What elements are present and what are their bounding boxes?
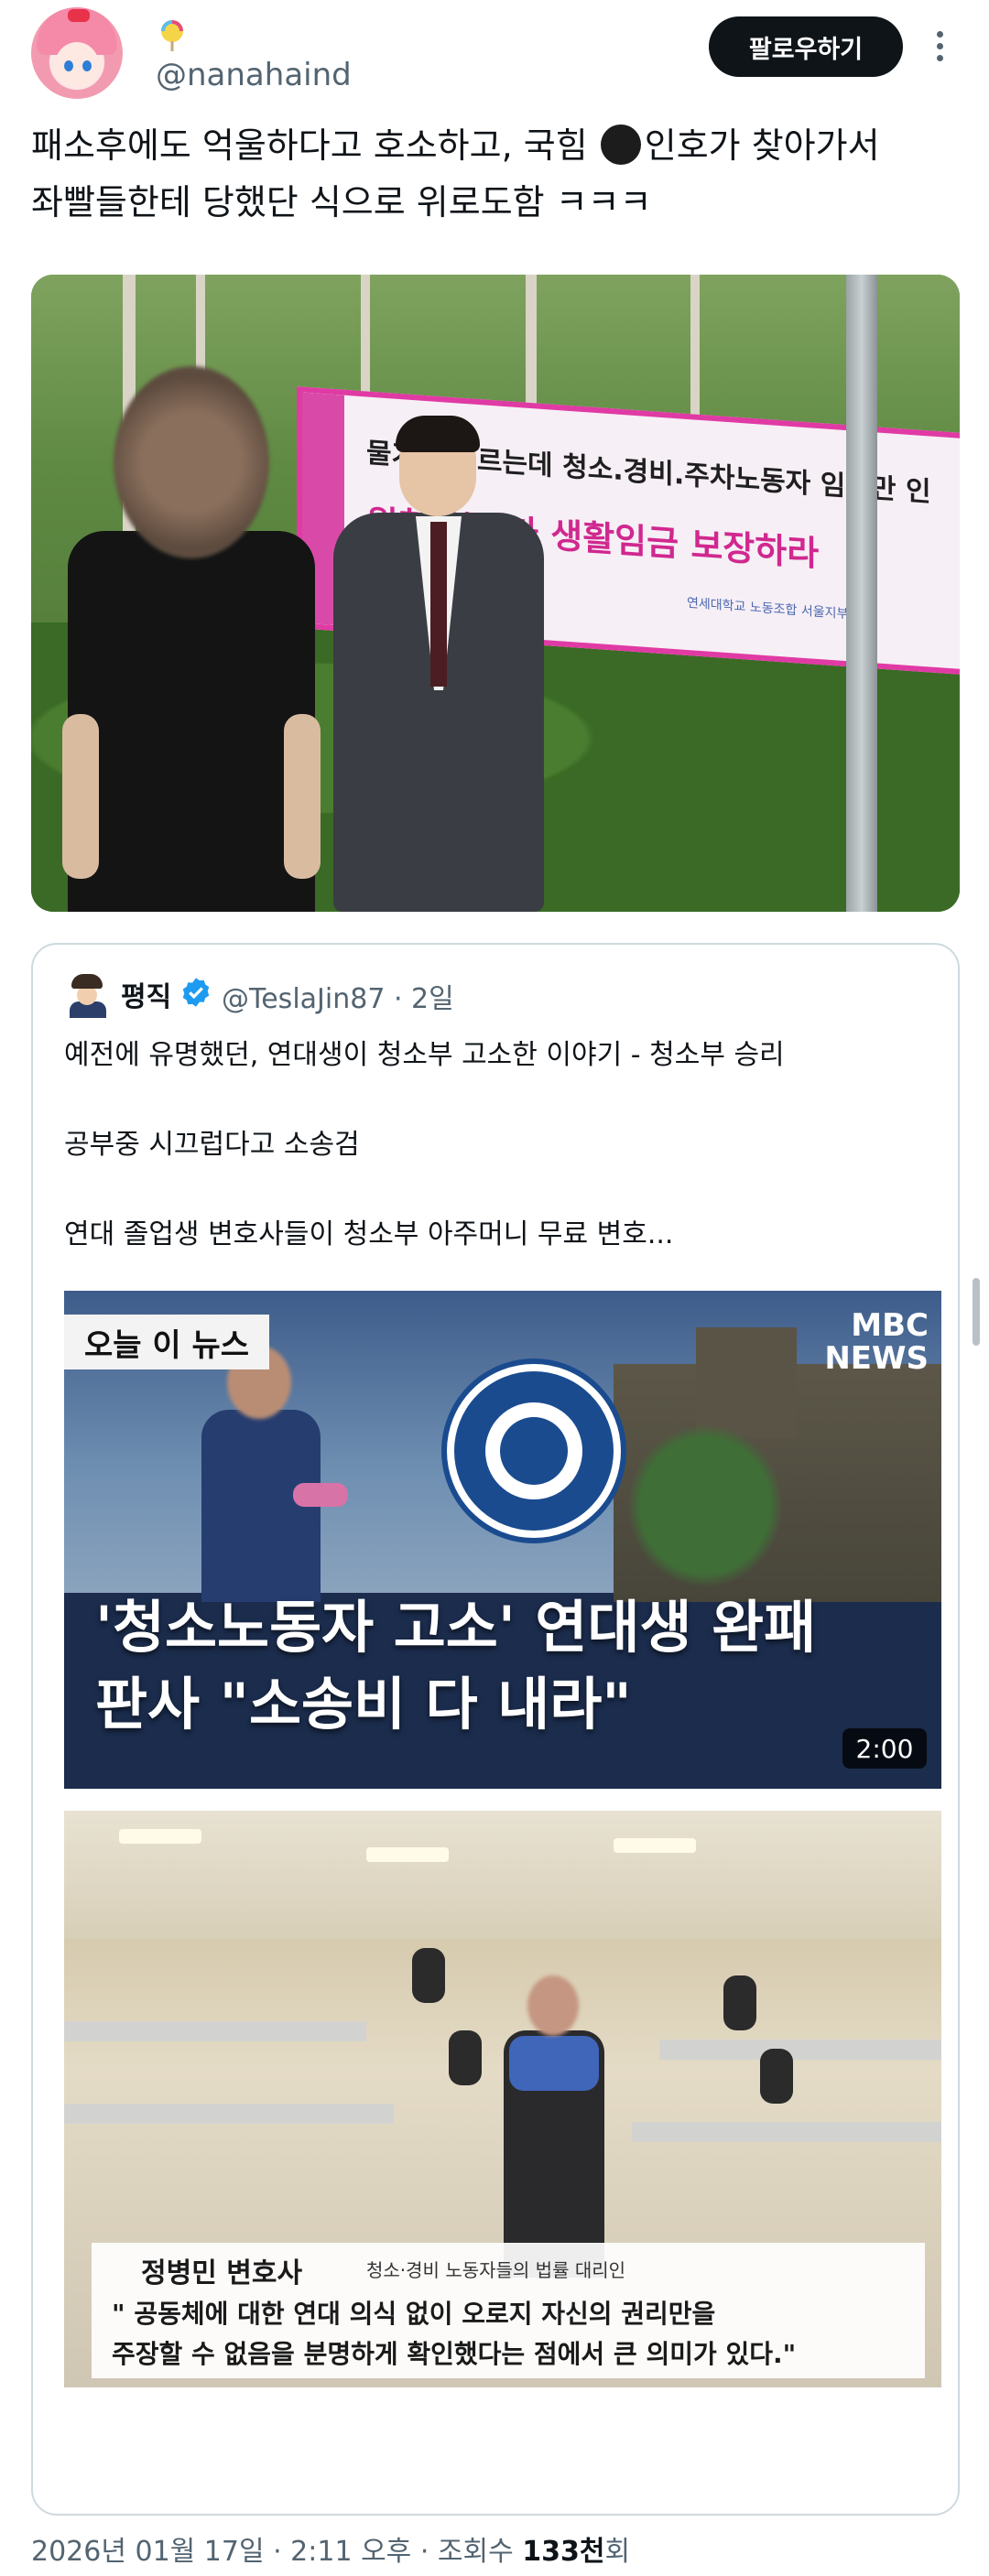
headline-line1: '청소노동자 고소' 연대생 완패 [95,1594,817,1661]
tweet-text-line2: 좌빨들한테 당했단 식으로 위로도함 ㅋㅋㅋ [31,182,652,222]
lollipop-icon [161,20,183,51]
view-suffix: 회 [604,2536,631,2568]
user-handle[interactable]: @nanahaind [156,57,352,93]
quoted-user-handle-time[interactable]: @TeslaJin87 · 2일 [222,976,454,1016]
news-caption: 정병민 변호사 청소·경비 노동자들의 법률 대리인 " 공동체에 대한 연대 … [92,2243,925,2378]
news-video-thumbnail[interactable]: 오늘 이 뉴스 MBC NEWS '청소노동자 고소' 연대생 완패 판사 "소… [64,1291,941,1789]
scrollbar-thumb[interactable] [973,1278,980,1346]
banner-line3: 연세대학교 노동조합 서울지부 [687,595,849,622]
blurred-person [62,366,321,912]
more-options-icon[interactable] [932,27,947,68]
quoted-tweet-text: 예전에 유명했던, 연대생이 청소부 고소한 이야기 - 청소부 승리 공부중 … [64,1033,934,1302]
caption-line2: 주장할 수 없음을 분명하게 확인했다는 점에서 큰 의미가 있다." [112,2339,797,2369]
quoted-line-2: 공부중 시끄럽다고 소송검 [64,1129,360,1161]
user-avatar[interactable] [31,7,123,99]
video-duration: 2:00 [842,1728,927,1769]
logo-line2: NEWS [824,1340,929,1377]
tweet-date-time[interactable]: 2026년 01월 17일 · 2:11 오후 · 조회수 [31,2536,522,2568]
quoted-user-name[interactable]: 평직 [121,974,171,1014]
caption-role: 청소·경비 노동자들의 법률 대리인 [366,2259,626,2281]
follow-button[interactable]: 팔로우하기 [709,16,903,77]
quoted-line-1: 예전에 유명했던, 연대생이 청소부 고소한 이야기 - 청소부 승리 [64,1039,785,1071]
tweet-text-part1: 패소후에도 억울하다고 호소하고, 국힘 [31,125,599,166]
quoted-tweet[interactable]: 평직 @TeslaJin87 · 2일 예전에 유명했던, 연대생이 청소부 고… [31,943,960,2516]
news-tag: 오늘 이 뉴스 [64,1315,270,1369]
caption-line1: " 공동체에 대한 연대 의식 없이 오로지 자신의 권리만을 [112,2299,716,2329]
logo-line1: MBC [851,1307,929,1344]
caption-quote: " 공동체에 대한 연대 의식 없이 오로지 자신의 권리만을 주장할 수 없음… [112,2294,796,2375]
news-headline: '청소노동자 고소' 연대생 완패 판사 "소송비 다 내라" [95,1589,816,1743]
university-seal-icon [447,1364,621,1538]
suited-person [333,416,544,912]
tweet-photo[interactable]: 물가는 오르는데 청소.경비.주차노동자 임금만 인 원청 학교가 생활임금 보… [31,275,960,912]
quoted-line-3: 연대 졸업생 변호사들이 청소부 아주머니 무료 변호... [64,1218,674,1250]
view-count: 133천 [522,2536,605,2568]
tweet-header: @nanahaind 팔로우하기 [0,0,989,110]
tweet-meta: 2026년 01월 17일 · 2:11 오후 · 조회수 133천회 [31,2528,630,2569]
tweet-text-part2: 인호가 찾아가서 [644,125,880,166]
tweet-text: 패소후에도 억울하다고 호소하고, 국힘 인호가 찾아가서 좌빨들한테 당했단 … [31,117,956,231]
mbc-news-logo: MBC NEWS [824,1309,929,1375]
headline-line2: 판사 "소송비 다 내라" [95,1671,632,1737]
censor-dot [600,124,641,165]
caption-name: 정병민 변호사 [141,2257,303,2289]
news-image[interactable]: 정병민 변호사 청소·경비 노동자들의 법률 대리인 " 공동체에 대한 연대 … [64,1811,941,2387]
quoted-user-avatar[interactable] [64,972,110,1018]
verified-badge-icon [182,978,210,1007]
